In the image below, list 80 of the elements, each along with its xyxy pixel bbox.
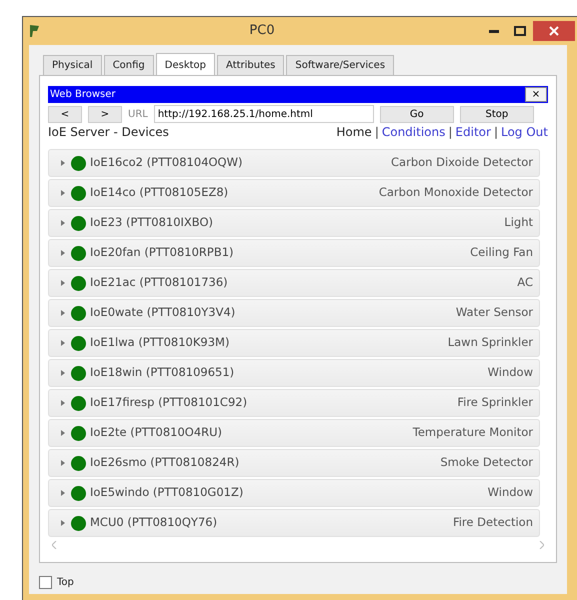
device-row[interactable]: IoE18win (PTT08109651) Window (48, 359, 540, 387)
expand-arrow-icon[interactable] (61, 370, 65, 376)
page-heading: IoE Server - Devices (48, 124, 169, 141)
top-checkbox[interactable] (39, 576, 52, 589)
expand-arrow-icon[interactable] (61, 430, 65, 436)
device-type: Lawn Sprinkler (448, 334, 533, 352)
nav-link[interactable]: Conditions (382, 123, 446, 141)
device-name: IoE20fan (PTT0810RPB1) (90, 244, 234, 262)
device-type: Carbon Monoxide Detector (378, 184, 533, 202)
device-row[interactable]: MCU0 (PTT0810QY76) Fire Detection (48, 509, 540, 537)
nav-link[interactable]: Log Out (500, 123, 548, 141)
device-type: Temperature Monitor (412, 424, 533, 442)
url-label: URL (128, 108, 148, 122)
device-row[interactable]: IoE0wate (PTT0810Y3V4) Water Sensor (48, 299, 540, 327)
device-name: IoE2te (PTT0810O4RU) (90, 424, 222, 442)
device-row[interactable]: IoE21ac (PTT08101736) AC (48, 269, 540, 297)
tab[interactable]: Physical (43, 55, 102, 75)
device-name: IoE23 (PTT0810IXBO) (90, 214, 214, 232)
device-name: IoE26smo (PTT0810824R) (90, 454, 240, 472)
device-type: Fire Sprinkler (457, 394, 533, 412)
device-name: IoE14co (PTT08105EZ8) (90, 184, 228, 202)
expand-arrow-icon[interactable] (61, 490, 65, 496)
link-separator: | (374, 124, 380, 141)
close-button[interactable] (533, 21, 575, 41)
device-row[interactable]: IoE16co2 (PTT08104OQW) Carbon Dixoide Detector (48, 149, 540, 177)
device-type: Smoke Detector (440, 454, 533, 472)
device-row[interactable]: IoE26smo (PTT0810824R) Smoke Detector (48, 449, 540, 477)
device-type: Window (488, 364, 533, 382)
expand-arrow-icon[interactable] (61, 400, 65, 406)
device-row[interactable]: IoE2te (PTT0810O4RU) Temperature Monitor (48, 419, 540, 447)
go-button[interactable]: Go (380, 106, 454, 122)
device-type: Fire Detection (452, 514, 533, 532)
expand-arrow-icon[interactable] (61, 250, 65, 256)
window-title: PC0 (248, 22, 276, 40)
device-row[interactable]: IoE14co (PTT08105EZ8) Carbon Monoxide Detector (48, 179, 540, 207)
expand-arrow-icon[interactable] (61, 460, 65, 466)
device-row[interactable]: IoE17firesp (PTT08101C92) Fire Sprinkler (48, 389, 540, 417)
device-type: Light (504, 214, 533, 232)
device-type: Carbon Dixoide Detector (391, 154, 533, 172)
device-name: IoE17firesp (PTT08101C92) (90, 394, 248, 412)
checkbox-label: Top (57, 576, 74, 590)
close-icon (549, 26, 559, 36)
device-name: IoE1lwa (PTT0810K93M) (90, 334, 230, 352)
expand-arrow-icon[interactable] (61, 190, 65, 196)
maximize-icon (514, 26, 526, 36)
tab[interactable]: Attributes (217, 55, 284, 75)
expand-arrow-icon[interactable] (61, 310, 65, 316)
tab[interactable]: Software/Services (286, 55, 394, 75)
expand-arrow-icon[interactable] (61, 160, 65, 166)
browser-close-button[interactable]: × (525, 87, 547, 102)
nav-link[interactable]: Home (336, 123, 372, 141)
browser-title: Web Browser (50, 88, 116, 102)
device-name: IoE5windo (PTT0810G01Z) (90, 484, 244, 502)
device-type: Window (488, 484, 533, 502)
device-name: IoE18win (PTT08109651) (90, 364, 234, 382)
tab[interactable]: Desktop (156, 53, 216, 75)
back-button[interactable]: < (48, 106, 82, 122)
device-row[interactable]: IoE1lwa (PTT0810K93M) Lawn Sprinkler (48, 329, 540, 357)
stop-button[interactable]: Stop (460, 106, 534, 122)
url-field[interactable]: http://192.168.25.1/home.html (154, 105, 374, 123)
device-name: IoE0wate (PTT0810Y3V4) (90, 304, 236, 322)
link-separator: | (492, 124, 499, 141)
device-type: AC (517, 274, 533, 292)
device-name: MCU0 (PTT0810QY76) (90, 514, 218, 532)
device-type: Ceiling Fan (470, 244, 533, 262)
expand-arrow-icon[interactable] (61, 280, 65, 286)
forward-button[interactable]: > (88, 106, 122, 122)
expand-arrow-icon[interactable] (61, 220, 65, 226)
link-separator: | (447, 124, 454, 141)
minimize-icon (489, 30, 499, 32)
device-type: Water Sensor (456, 304, 533, 322)
device-name: IoE16co2 (PTT08104OQW) (90, 154, 242, 172)
nav-link[interactable]: Editor (455, 123, 491, 141)
expand-arrow-icon[interactable] (61, 340, 65, 346)
tab[interactable]: Config (104, 55, 154, 75)
device-row[interactable]: IoE23 (PTT0810IXBO) Light (48, 209, 540, 237)
device-name: IoE21ac (PTT08101736) (90, 274, 228, 292)
device-row[interactable]: IoE5windo (PTT0810G01Z) Window (48, 479, 540, 507)
expand-arrow-icon[interactable] (61, 520, 65, 526)
device-row[interactable]: IoE20fan (PTT0810RPB1) Ceiling Fan (48, 239, 540, 267)
